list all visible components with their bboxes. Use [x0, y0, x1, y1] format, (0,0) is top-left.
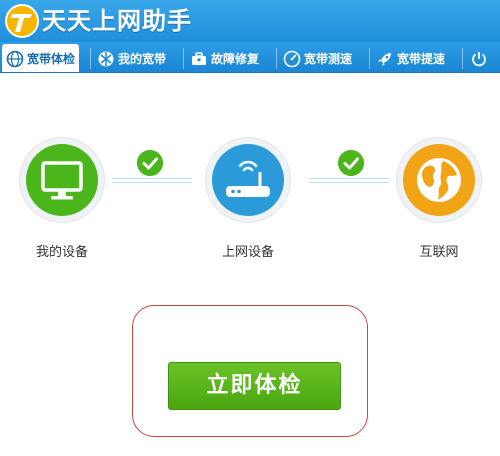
earth-icon [417, 158, 461, 202]
tab-my-broadband[interactable]: 我的宽带 [93, 45, 170, 72]
tab-speed-test[interactable]: 宽带测速 [279, 45, 356, 72]
internet-node-circle [403, 144, 475, 216]
internet-label: 互联网 [419, 245, 459, 260]
tab-divider [462, 48, 463, 69]
tab-divider [276, 48, 277, 69]
health-check-panel: 我的设备 上网设备 互联网 立即体检 [0, 73, 500, 456]
connection-line [112, 178, 192, 183]
speedometer-icon [283, 50, 301, 67]
check-icon [338, 150, 364, 176]
start-check-button[interactable]: 立即体检 [168, 362, 341, 410]
tab-divider [183, 48, 184, 69]
router-icon [226, 160, 270, 197]
title-bar: 天天上网助手 [0, 0, 500, 42]
tab-label: 宽带体检 [27, 52, 76, 66]
tab-more[interactable] [466, 45, 495, 72]
tab-label: 我的宽带 [118, 52, 167, 66]
router-node-circle [212, 144, 284, 216]
power-icon [472, 51, 486, 66]
action-frame: 立即体检 [132, 305, 368, 437]
device-node [20, 138, 104, 222]
app-logo-icon [5, 4, 39, 38]
tab-label: 宽带提速 [397, 52, 446, 66]
router-node [206, 138, 290, 222]
app-title: 天天上网助手 [42, 7, 192, 35]
connection-line [309, 178, 389, 183]
monitor-icon [41, 161, 83, 200]
tab-health-check[interactable]: 宽带体检 [2, 44, 80, 72]
device-label: 我的设备 [35, 245, 88, 260]
rocket-icon [378, 52, 391, 66]
tab-speed-boost[interactable]: 宽带提速 [372, 45, 449, 72]
globe-icon [6, 50, 24, 67]
network-icon [98, 51, 114, 66]
tab-fault-repair[interactable]: 故障修复 [186, 45, 263, 72]
check-icon [137, 150, 163, 176]
device-node-circle [26, 144, 98, 216]
tab-divider [369, 48, 370, 69]
toolbox-icon [192, 51, 206, 65]
internet-node [397, 138, 481, 222]
tab-label: 故障修复 [211, 52, 260, 66]
tab-bar: 宽带体检 我的宽带 故障修复 宽带测速 宽带提速 [0, 42, 500, 73]
router-label: 上网设备 [221, 245, 274, 260]
tab-divider [90, 48, 91, 69]
tab-label: 宽带测速 [304, 52, 353, 66]
